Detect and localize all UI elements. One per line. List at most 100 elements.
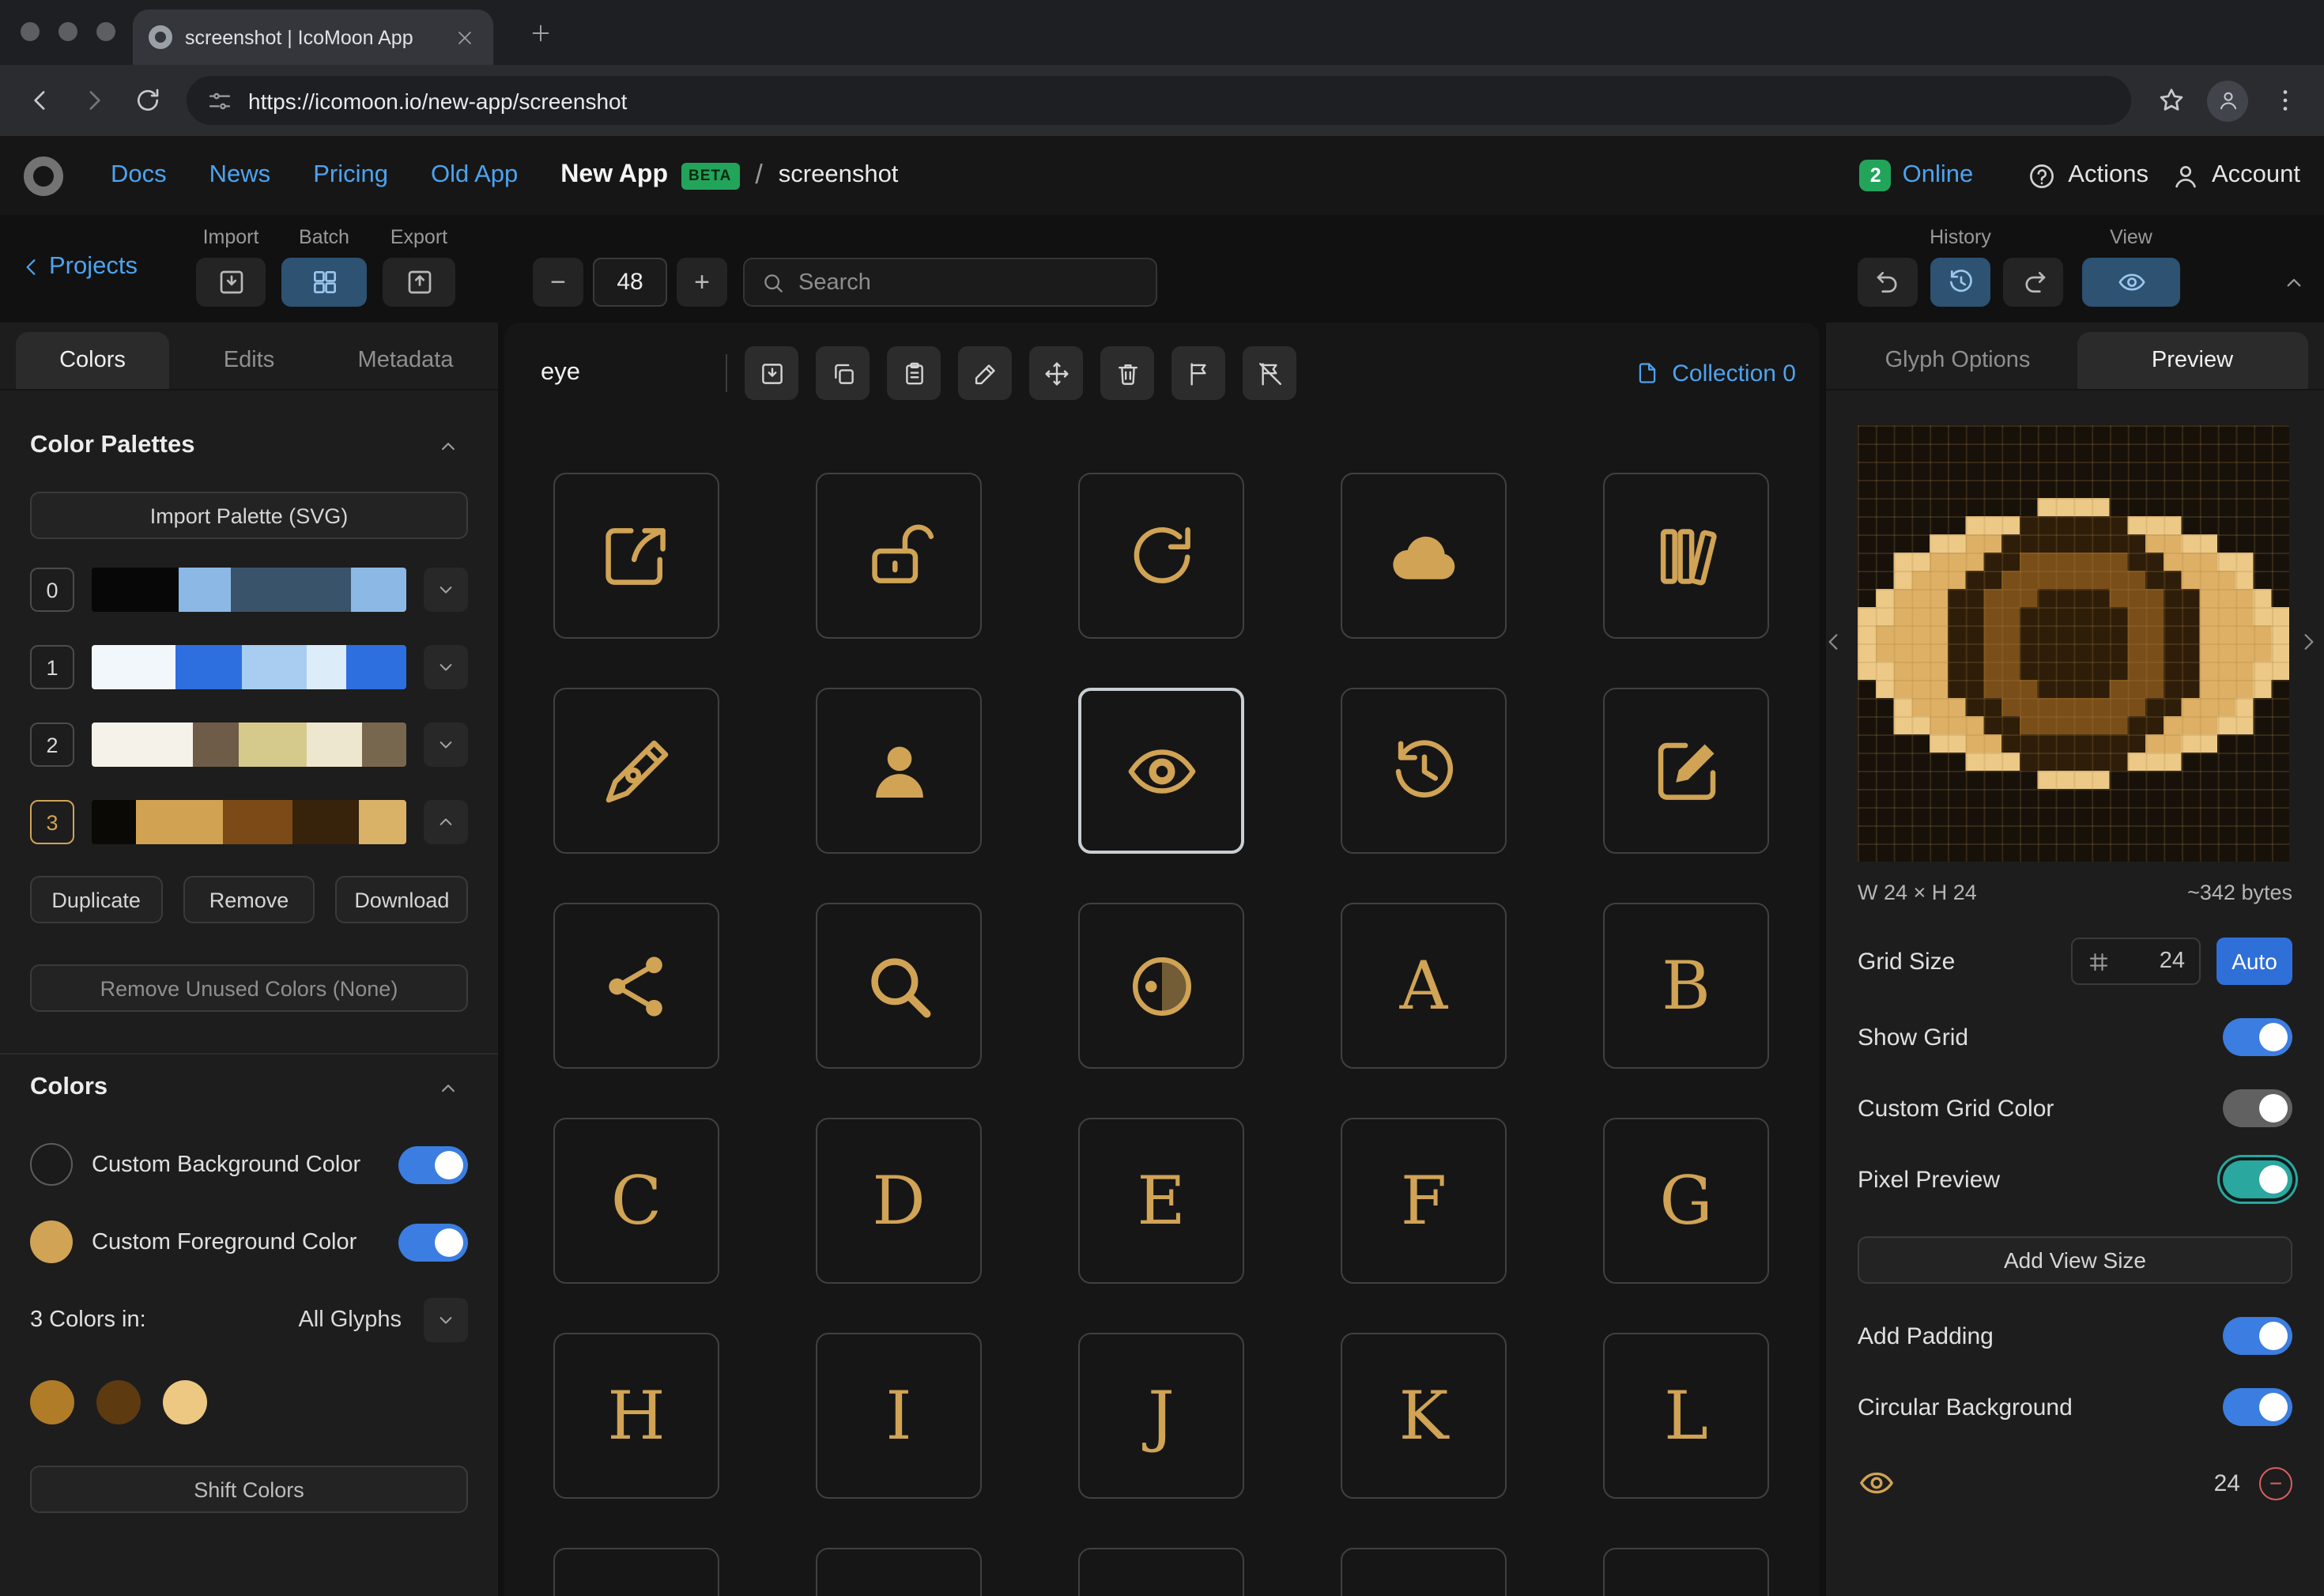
glyph-filter-select[interactable]: All Glyphs: [298, 1307, 402, 1333]
tile-letter-i[interactable]: I: [816, 1333, 982, 1499]
tile-user[interactable]: [816, 688, 982, 854]
tile-pen-nib[interactable]: [553, 688, 719, 854]
add-view-size-button[interactable]: Add View Size: [1858, 1236, 2292, 1284]
browser-menu-icon[interactable]: [2258, 74, 2311, 127]
tile-letter-f[interactable]: F: [1341, 1118, 1507, 1284]
tile-letter-b[interactable]: B: [1603, 903, 1769, 1069]
palette-swatch[interactable]: [92, 723, 194, 767]
collapse-panel-left-icon[interactable]: [1821, 629, 1847, 655]
tile-eye[interactable]: [1078, 688, 1244, 854]
glyph-color-swatch[interactable]: [163, 1380, 207, 1424]
actions-button[interactable]: Actions: [2027, 160, 2149, 191]
palette-swatch[interactable]: [361, 723, 406, 767]
tab-preview[interactable]: Preview: [2077, 332, 2308, 389]
palette-swatch[interactable]: [292, 800, 358, 844]
browser-profile-avatar[interactable]: [2207, 80, 2248, 121]
tile-empty[interactable]: [816, 1548, 982, 1596]
flag-button[interactable]: [1171, 346, 1225, 400]
circular-background-toggle[interactable]: [2223, 1388, 2292, 1426]
bookmark-star-icon[interactable]: [2144, 74, 2198, 127]
browser-tab[interactable]: screenshot | IcoMoon App: [133, 9, 493, 65]
palette-swatch[interactable]: [92, 645, 175, 689]
tile-empty[interactable]: [1341, 1548, 1507, 1596]
window-zoom-button[interactable]: [96, 22, 115, 41]
projects-back-link[interactable]: Projects: [19, 253, 138, 281]
paste-button[interactable]: [887, 346, 941, 400]
forward-button[interactable]: [66, 74, 120, 127]
undo-button[interactable]: [1858, 258, 1918, 307]
custom-grid-color-toggle[interactable]: [2223, 1089, 2292, 1127]
window-minimize-button[interactable]: [58, 22, 77, 41]
palette-swatch[interactable]: [239, 723, 306, 767]
auto-grid-button[interactable]: Auto: [2216, 938, 2292, 985]
tile-letter-k[interactable]: K: [1341, 1333, 1507, 1499]
chevron-up-icon[interactable]: [427, 1067, 468, 1108]
chevron-down-icon[interactable]: [424, 723, 468, 767]
custom-foreground-swatch[interactable]: [30, 1221, 73, 1263]
back-button[interactable]: [13, 74, 66, 127]
tile-letter-g[interactable]: G: [1603, 1118, 1769, 1284]
tile-letter-l[interactable]: L: [1603, 1333, 1769, 1499]
tile-search[interactable]: [816, 903, 982, 1069]
grid-size-input[interactable]: 24: [2071, 938, 2201, 985]
palette-swatch[interactable]: [231, 568, 351, 612]
collection-link[interactable]: Collection 0: [1634, 360, 1796, 387]
tile-letter-d[interactable]: D: [816, 1118, 982, 1284]
palette-swatch-bar[interactable]: [92, 645, 406, 689]
palette-row[interactable]: 1: [30, 645, 468, 689]
palette-swatch-bar[interactable]: [92, 723, 406, 767]
tile-letter-a[interactable]: A: [1341, 903, 1507, 1069]
palette-index[interactable]: 2: [30, 723, 74, 767]
chevron-down-icon[interactable]: [424, 645, 468, 689]
pixel-preview-toggle[interactable]: [2223, 1160, 2292, 1198]
tab-glyph-options[interactable]: Glyph Options: [1842, 332, 2073, 389]
tile-letter-c[interactable]: C: [553, 1118, 719, 1284]
palette-swatch[interactable]: [137, 800, 224, 844]
collapse-panel-right-icon[interactable]: [2296, 629, 2321, 655]
show-grid-toggle[interactable]: [2223, 1018, 2292, 1056]
palette-swatch[interactable]: [351, 568, 406, 612]
reload-button[interactable]: [120, 74, 174, 127]
export-button[interactable]: [383, 258, 455, 307]
tile-cloud[interactable]: [1341, 473, 1507, 639]
nav-docs[interactable]: Docs: [111, 161, 167, 190]
tile-letter-h[interactable]: H: [553, 1333, 719, 1499]
nav-pricing[interactable]: Pricing: [313, 161, 388, 190]
tile-letter-e[interactable]: E: [1078, 1118, 1244, 1284]
delete-button[interactable]: [1100, 346, 1154, 400]
palette-swatch-bar[interactable]: [92, 800, 406, 844]
new-tab-button[interactable]: [525, 17, 556, 49]
tile-unlock[interactable]: [816, 473, 982, 639]
remove-button[interactable]: Remove: [183, 876, 315, 923]
nav-news[interactable]: News: [209, 161, 271, 190]
url-bar[interactable]: https://icomoon.io/new-app/screenshot: [187, 76, 2131, 125]
window-close-button[interactable]: [21, 22, 40, 41]
palette-row[interactable]: 2: [30, 723, 468, 767]
history-button[interactable]: [1930, 258, 1990, 307]
chevron-up-icon[interactable]: [427, 425, 468, 466]
add-padding-toggle[interactable]: [2223, 1317, 2292, 1355]
selection-name-input[interactable]: [528, 359, 726, 387]
search-box[interactable]: [743, 258, 1157, 307]
increase-size-button[interactable]: +: [677, 258, 727, 307]
redo-button[interactable]: [2003, 258, 2063, 307]
unflag-button[interactable]: [1243, 346, 1296, 400]
grid-cell-size-value[interactable]: 48: [593, 258, 667, 307]
tab-edits[interactable]: Edits: [172, 332, 326, 389]
tile-empty[interactable]: [1603, 1548, 1769, 1596]
tile-contrast[interactable]: [1078, 903, 1244, 1069]
tab-close-icon[interactable]: [452, 25, 477, 50]
palette-index[interactable]: 1: [30, 645, 74, 689]
custom-background-toggle[interactable]: [398, 1145, 468, 1183]
nav-new-app[interactable]: New App BETA: [560, 161, 739, 190]
copy-button[interactable]: [816, 346, 870, 400]
download-button[interactable]: Download: [336, 876, 468, 923]
import-palette-button[interactable]: Import Palette (SVG): [30, 492, 468, 539]
glyph-color-swatch[interactable]: [96, 1380, 141, 1424]
decrease-size-button[interactable]: −: [533, 258, 583, 307]
palette-swatch[interactable]: [175, 645, 241, 689]
site-settings-icon[interactable]: [207, 88, 232, 113]
palette-swatch[interactable]: [179, 568, 231, 612]
custom-foreground-toggle[interactable]: [398, 1223, 468, 1261]
palette-swatch[interactable]: [242, 645, 307, 689]
